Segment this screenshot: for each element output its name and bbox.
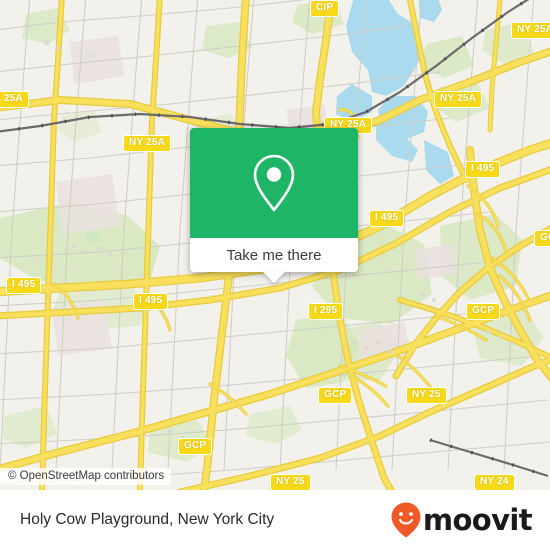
road-shield: I 495 (465, 161, 501, 178)
take-me-there-button[interactable]: Take me there (226, 247, 321, 264)
road-shield: I 295 (308, 303, 344, 320)
road-shield: GCP (466, 303, 501, 320)
road-shield: NY 25A (434, 91, 483, 108)
road-shield: NY 24 (474, 474, 515, 490)
moovit-wordmark: moovit (422, 503, 533, 537)
place-popup-card[interactable]: Take me there (190, 128, 358, 283)
road-shield: NY 25A (511, 22, 550, 39)
road-shield: I 495 (133, 293, 169, 310)
popup-image-panel (190, 128, 358, 238)
bottom-info-bar: Holy Cow Playground, New York City moovi… (0, 490, 550, 550)
road-shield: I 495 (369, 210, 405, 227)
osm-attribution[interactable]: © OpenStreetMap contributors (0, 468, 172, 485)
road-shield: GC (534, 230, 550, 247)
road-shield: GCP (178, 438, 213, 455)
map-pin-icon (253, 154, 295, 212)
moovit-map-screenshot: CIP NY 25A 25A NY 25A NY 25A NY 25A I 495 I 495… (0, 0, 550, 550)
map-canvas[interactable]: CIP NY 25A 25A NY 25A NY 25A NY 25A I 495 I 495… (0, 0, 550, 490)
road-shield: 25A (0, 91, 29, 108)
moovit-logo[interactable]: moovit (390, 501, 533, 539)
road-shield: NY 25 (406, 387, 447, 404)
road-shield: CIP (310, 0, 340, 17)
road-shield: I 495 (6, 277, 42, 294)
moovit-pin-smiley-icon (391, 502, 421, 538)
road-shield: NY 25A (123, 135, 172, 152)
popup-footer[interactable]: Take me there (190, 238, 358, 283)
road-shield: NY 25 (270, 474, 311, 490)
popup-pointer-tail (262, 271, 286, 283)
place-title: Holy Cow Playground, New York City (20, 511, 275, 528)
road-shield: GCP (318, 387, 353, 404)
